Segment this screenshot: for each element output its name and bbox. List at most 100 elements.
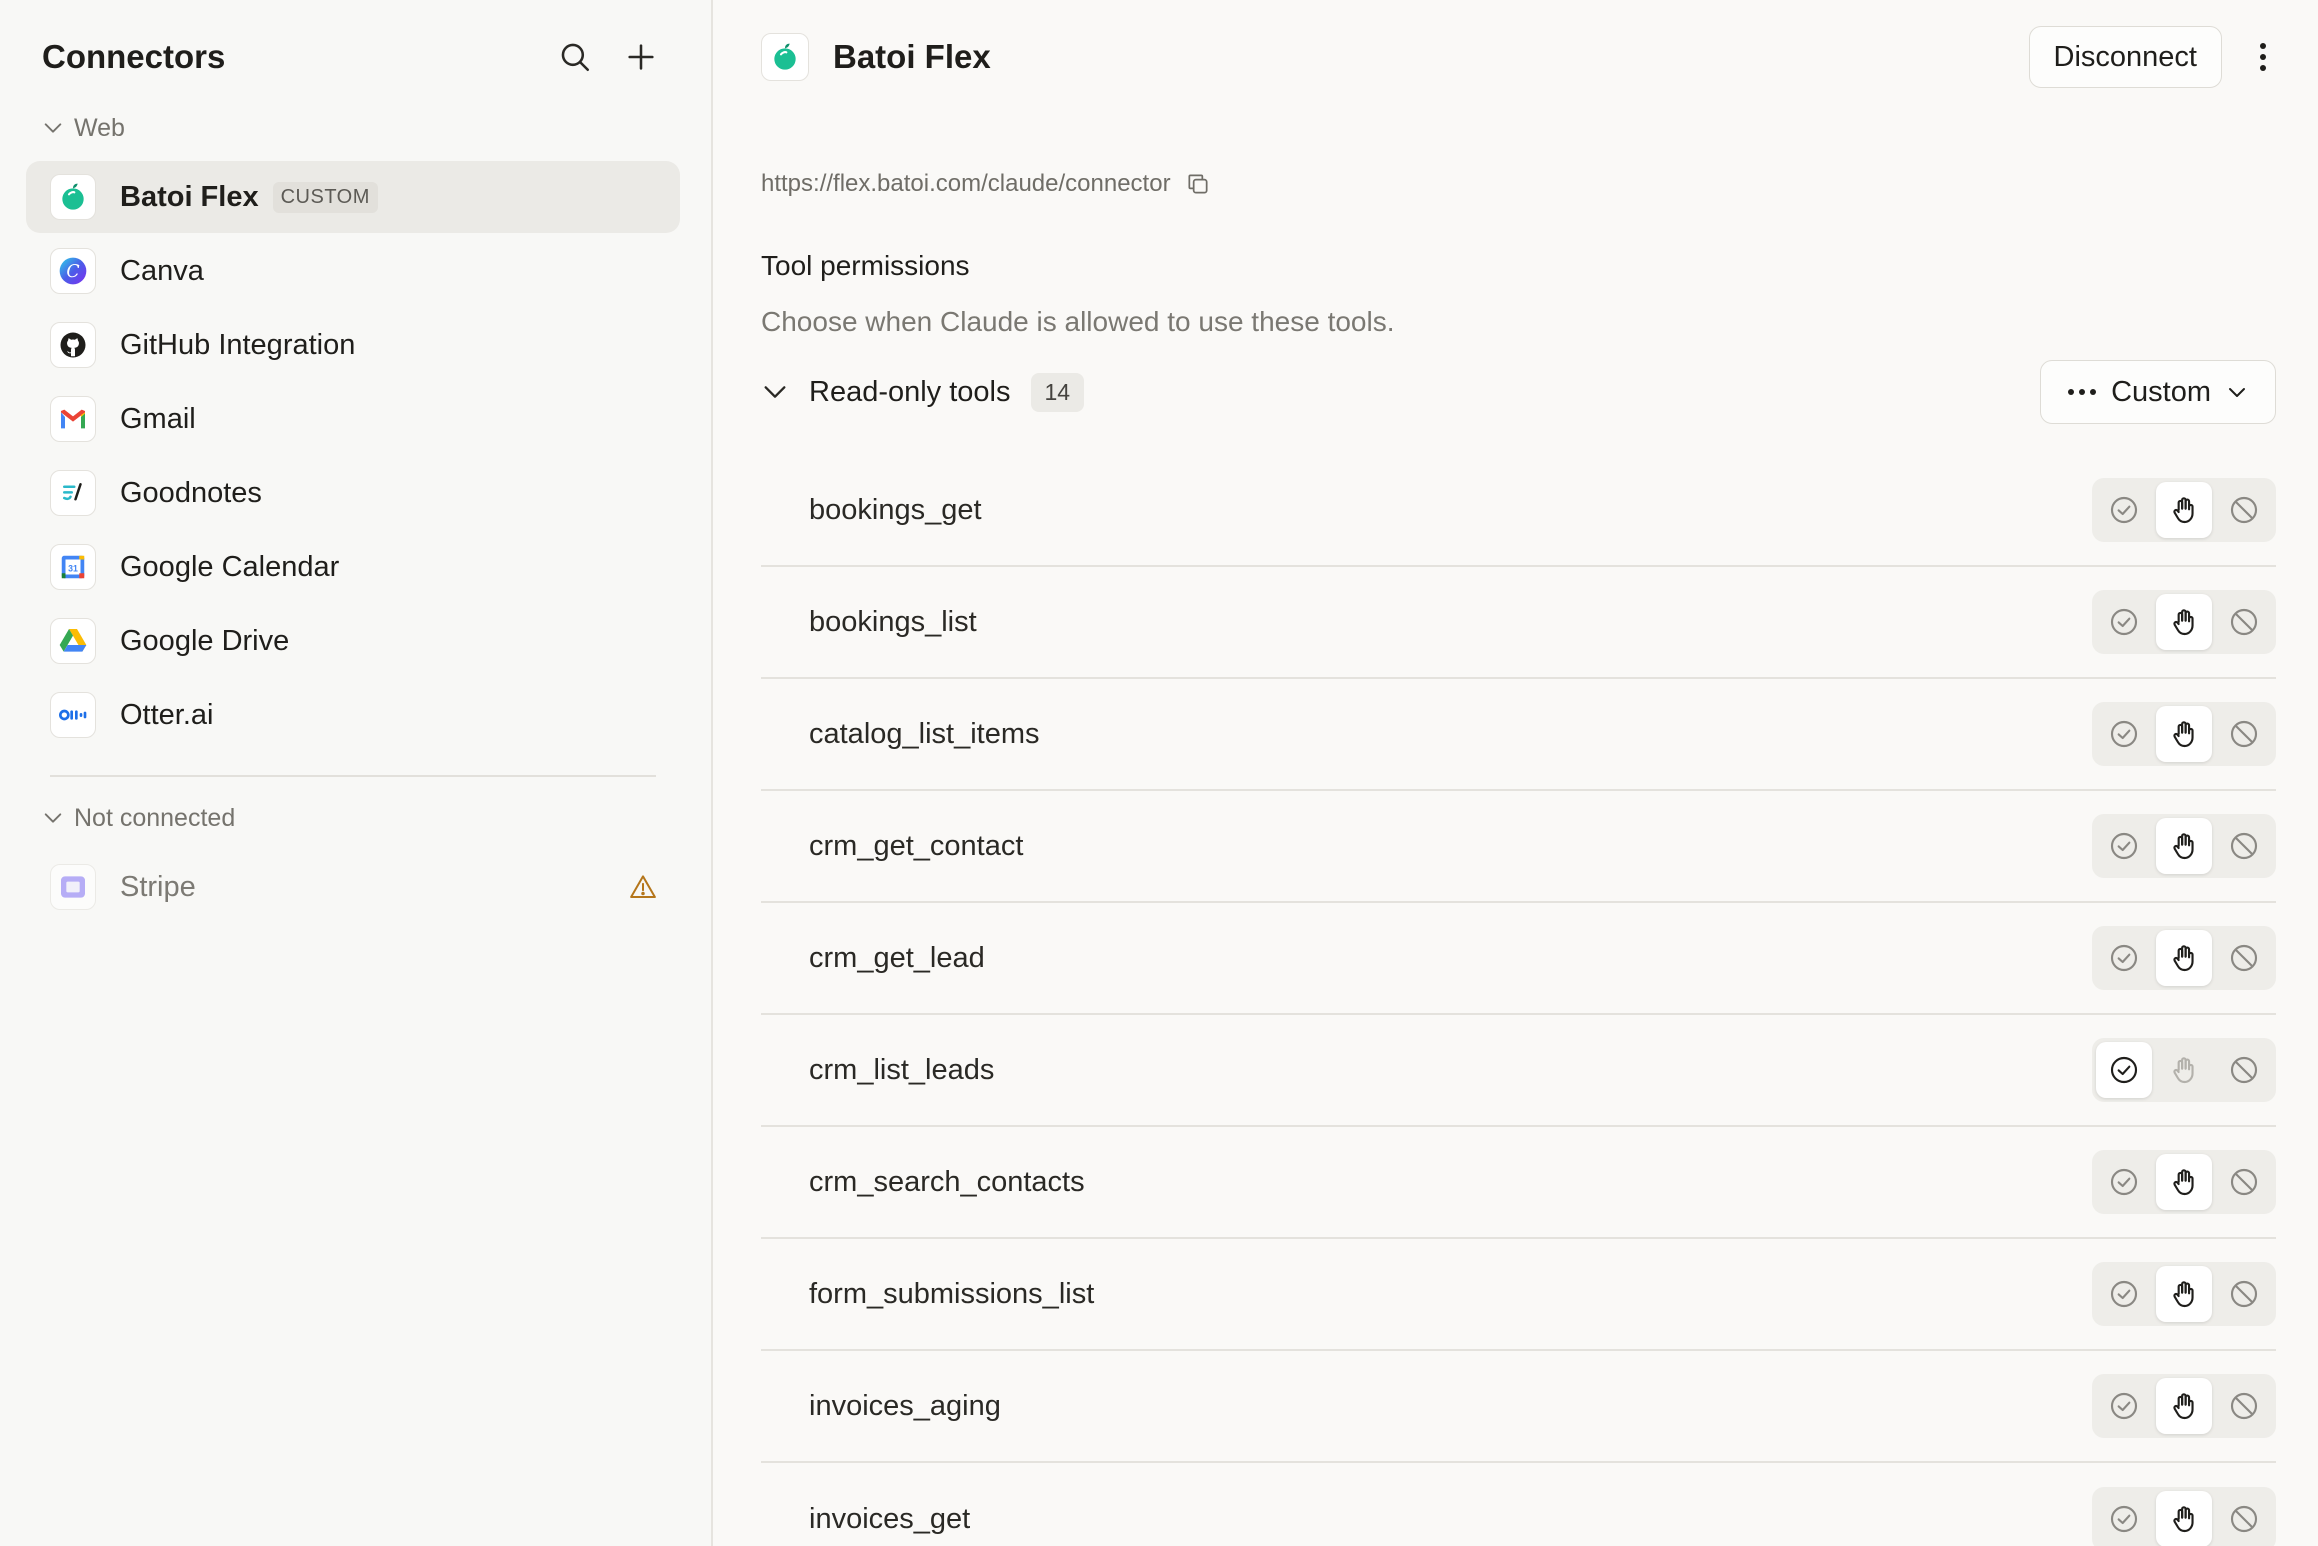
block-option[interactable] xyxy=(2216,1154,2272,1210)
always-allow-option[interactable] xyxy=(2096,1491,2152,1546)
needs-approval-option[interactable] xyxy=(2156,1378,2212,1434)
disconnect-button[interactable]: Disconnect xyxy=(2028,26,2222,88)
sidebar-item-stripe[interactable]: Stripe xyxy=(26,851,680,923)
always-allow-option[interactable] xyxy=(2096,594,2152,650)
sidebar-item-label: Batoi Flex xyxy=(120,180,259,213)
sidebar-item-github[interactable]: GitHub Integration xyxy=(26,309,680,381)
sidebar-item-otter[interactable]: Otter.ai xyxy=(26,679,680,751)
sidebar-item-label: Gmail xyxy=(120,402,196,435)
tool-list: bookings_get bookings_list catalog_list_… xyxy=(761,455,2276,1546)
preset-label: Custom xyxy=(2111,375,2211,408)
readonly-tools-header: Read-only tools 14 Custom xyxy=(761,360,2276,424)
goodnotes-logo-icon xyxy=(50,470,96,516)
always-allow-option[interactable] xyxy=(2096,706,2152,762)
permission-toggle xyxy=(2092,926,2276,990)
block-option[interactable] xyxy=(2216,482,2272,538)
needs-approval-option[interactable] xyxy=(2156,594,2212,650)
sidebar-actions xyxy=(555,37,661,77)
hand-icon xyxy=(2173,1393,2194,1420)
readonly-tools-label: Read-only tools xyxy=(809,375,1011,408)
block-option[interactable] xyxy=(2216,1378,2272,1434)
sidebar-item-batoi-flex[interactable]: Batoi Flex CUSTOM xyxy=(26,161,680,233)
check-circle-icon xyxy=(2110,1056,2138,1084)
ellipsis-icon xyxy=(2067,388,2097,396)
block-option[interactable] xyxy=(2216,818,2272,874)
always-allow-option[interactable] xyxy=(2096,482,2152,538)
connectors-sidebar: Connectors Web Batoi Flex CUSTOM C Canva… xyxy=(0,0,713,1546)
sidebar-item-label: Goodnotes xyxy=(120,476,262,509)
permission-toggle xyxy=(2092,702,2276,766)
readonly-tools-count: 14 xyxy=(1030,372,1085,412)
group-not-connected-toggle[interactable]: Not connected xyxy=(42,798,235,838)
check-circle-icon xyxy=(2110,832,2138,860)
needs-approval-option[interactable] xyxy=(2156,1266,2212,1322)
sidebar-item-canva[interactable]: C Canva xyxy=(26,235,680,307)
sidebar-item-gmail[interactable]: Gmail xyxy=(26,383,680,455)
permission-toggle xyxy=(2092,1487,2276,1546)
sidebar-divider xyxy=(50,775,656,777)
always-allow-option[interactable] xyxy=(2096,930,2152,986)
needs-approval-option[interactable] xyxy=(2156,1154,2212,1210)
not-connected-list: Stripe xyxy=(26,851,680,925)
tool-name: bookings_list xyxy=(809,605,977,638)
tool-row: crm_get_lead xyxy=(761,903,2276,1015)
sidebar-item-label: Stripe xyxy=(120,870,196,903)
chevron-down-icon[interactable] xyxy=(761,378,791,406)
detail-header: Batoi Flex Disconnect xyxy=(761,26,2278,88)
canva-logo-icon: C xyxy=(50,248,96,294)
check-circle-icon xyxy=(2110,608,2138,636)
needs-approval-option[interactable] xyxy=(2156,1491,2212,1546)
block-option[interactable] xyxy=(2216,930,2272,986)
search-icon[interactable] xyxy=(555,37,595,77)
block-option[interactable] xyxy=(2216,1042,2272,1098)
check-circle-icon xyxy=(2110,1168,2138,1196)
block-icon xyxy=(2230,608,2258,636)
permission-toggle xyxy=(2092,590,2276,654)
needs-approval-option[interactable] xyxy=(2156,1042,2212,1098)
permission-toggle xyxy=(2092,478,2276,542)
always-allow-option[interactable] xyxy=(2096,1378,2152,1434)
copy-icon[interactable] xyxy=(1185,171,1211,197)
sidebar-header: Connectors xyxy=(42,30,661,84)
tool-permissions-subtitle: Choose when Claude is allowed to use the… xyxy=(761,306,1395,337)
always-allow-option[interactable] xyxy=(2096,818,2152,874)
block-option[interactable] xyxy=(2216,1266,2272,1322)
add-connector-icon[interactable] xyxy=(621,37,661,77)
sidebar-item-google-calendar[interactable]: 31 Google Calendar xyxy=(26,531,680,603)
needs-approval-option[interactable] xyxy=(2156,930,2212,986)
permission-preset-dropdown[interactable]: Custom xyxy=(2040,360,2276,424)
tool-name: crm_list_leads xyxy=(809,1053,995,1086)
always-allow-option[interactable] xyxy=(2096,1266,2152,1322)
sidebar-item-google-drive[interactable]: Google Drive xyxy=(26,605,680,677)
permission-toggle xyxy=(2092,1038,2276,1102)
always-allow-option[interactable] xyxy=(2096,1042,2152,1098)
otter-logo-icon xyxy=(50,692,96,738)
block-option[interactable] xyxy=(2216,1491,2272,1546)
more-options-icon[interactable] xyxy=(2248,37,2278,77)
block-icon xyxy=(2230,1168,2258,1196)
block-icon xyxy=(2230,1056,2258,1084)
needs-approval-option[interactable] xyxy=(2156,706,2212,762)
svg-text:31: 31 xyxy=(68,563,78,573)
google-drive-logo-icon xyxy=(50,618,96,664)
check-circle-icon xyxy=(2110,496,2138,524)
tool-name: catalog_list_items xyxy=(809,717,1040,750)
group-web-toggle[interactable]: Web xyxy=(42,108,125,148)
block-option[interactable] xyxy=(2216,594,2272,650)
block-icon xyxy=(2230,832,2258,860)
sidebar-item-label: Otter.ai xyxy=(120,698,214,731)
sidebar-item-goodnotes[interactable]: Goodnotes xyxy=(26,457,680,529)
group-not-connected-label: Not connected xyxy=(74,803,236,832)
needs-approval-option[interactable] xyxy=(2156,482,2212,538)
check-circle-icon xyxy=(2110,944,2138,972)
tool-name: invoices_aging xyxy=(809,1389,1001,1422)
always-allow-option[interactable] xyxy=(2096,1154,2152,1210)
check-circle-icon xyxy=(2110,1280,2138,1308)
hand-icon xyxy=(2173,1057,2194,1084)
tool-name: invoices_get xyxy=(809,1502,971,1535)
batoi-flex-logo-icon xyxy=(761,33,809,81)
needs-approval-option[interactable] xyxy=(2156,818,2212,874)
connected-list: Batoi Flex CUSTOM C Canva GitHub Integra… xyxy=(26,161,680,753)
connector-detail-panel: Batoi Flex Disconnect https://flex.batoi… xyxy=(713,0,2318,1546)
block-option[interactable] xyxy=(2216,706,2272,762)
